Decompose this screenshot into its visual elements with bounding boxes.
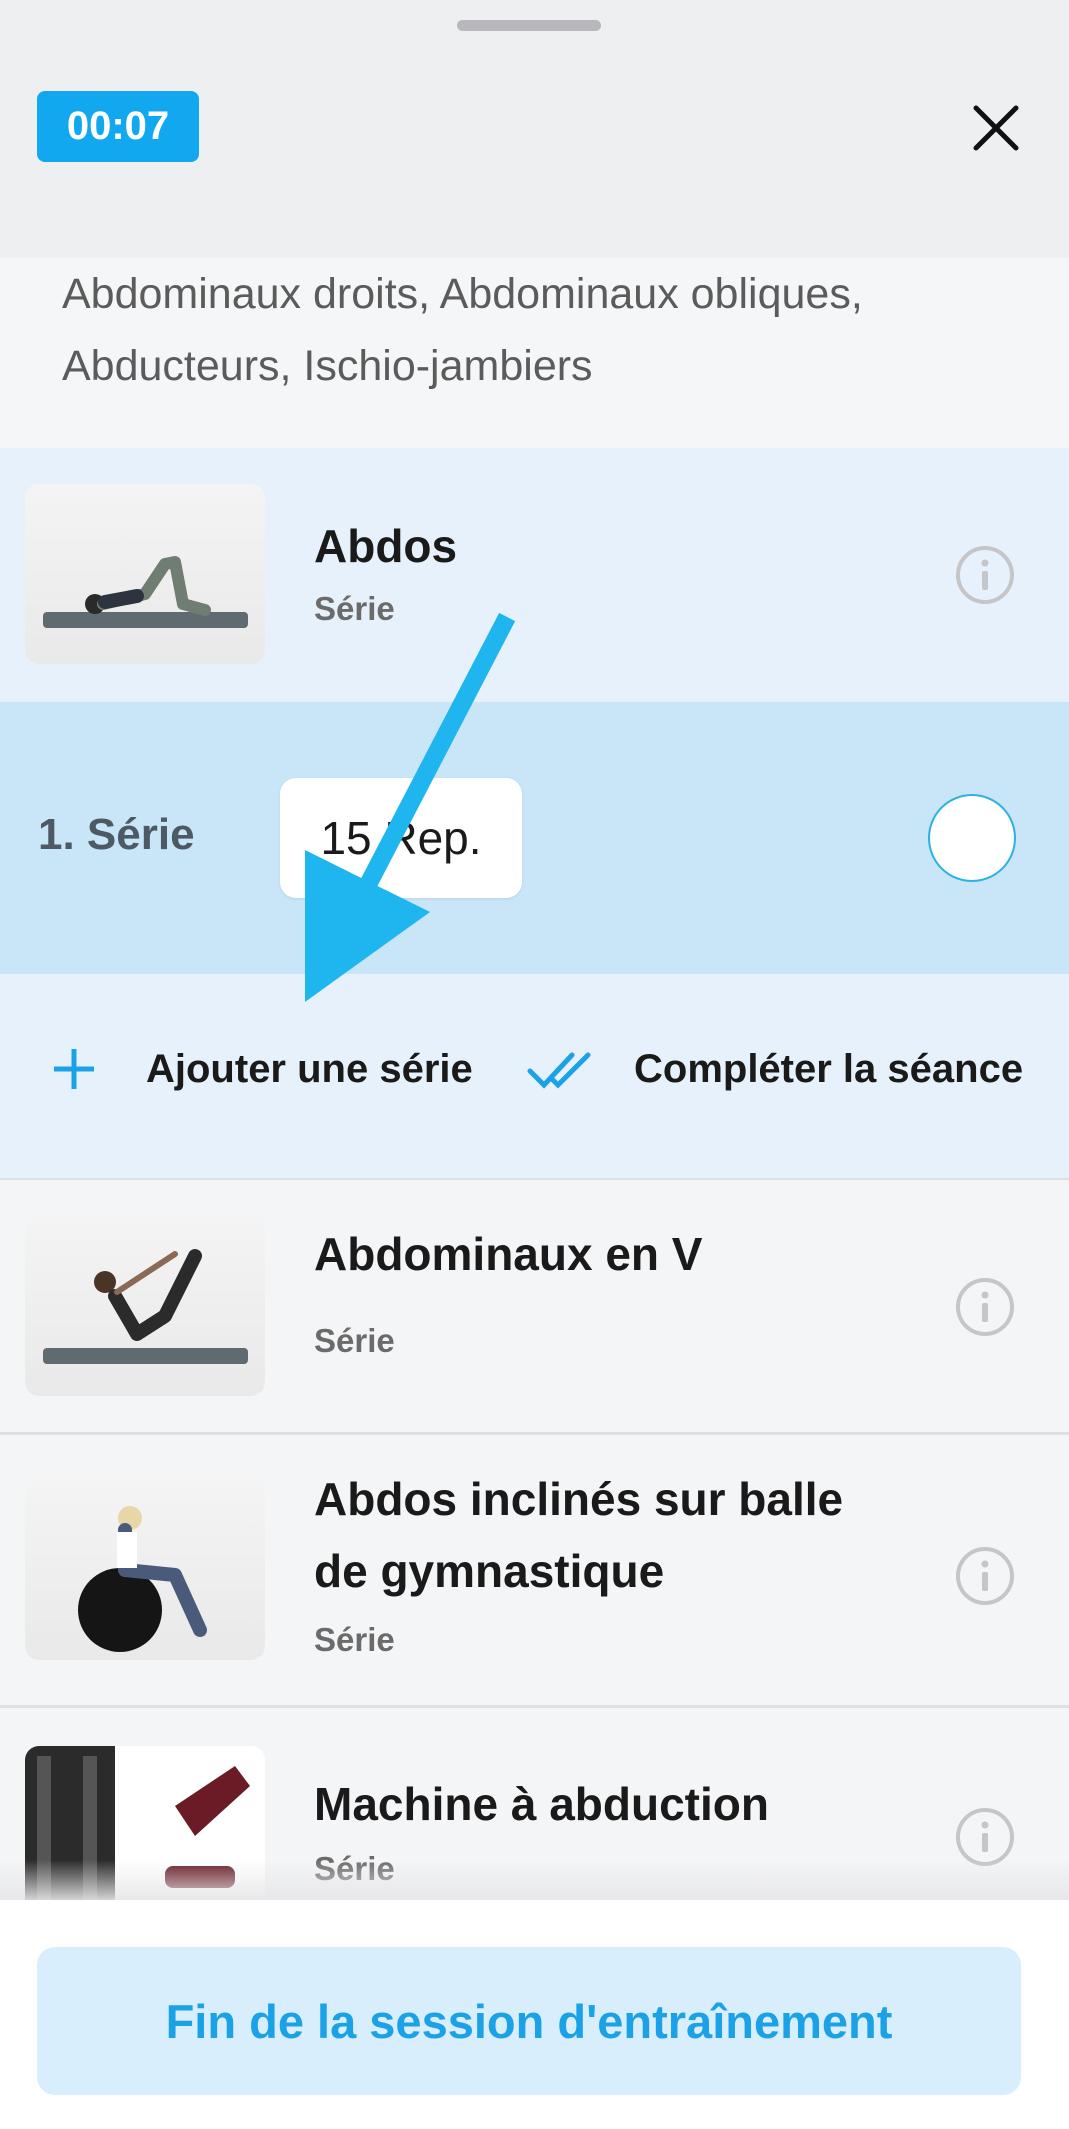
exercise-thumbnail [25, 1480, 265, 1660]
set-actions: Ajouter une série Compléter la séance [0, 974, 1069, 1181]
complete-session-label: Compléter la séance [634, 1046, 1024, 1091]
reps-input[interactable]: 15 Rep. [280, 778, 522, 898]
set-complete-checkbox[interactable] [928, 794, 1016, 882]
footer: Fin de la session d'entraînement [0, 1900, 1069, 2129]
exercise-thumbnail [25, 484, 265, 664]
exercise-name: Abdominaux en V [314, 1228, 703, 1280]
info-icon[interactable] [954, 1276, 1016, 1338]
info-icon[interactable] [954, 1545, 1016, 1607]
add-set-button[interactable]: Ajouter une série [50, 1034, 473, 1104]
plus-icon [54, 1049, 94, 1089]
exercise-row-v-abs[interactable]: Abdominaux en V Série [0, 1180, 1069, 1435]
info-icon[interactable] [954, 544, 1016, 606]
add-set-label: Ajouter une série [146, 1046, 473, 1091]
list-fade [0, 1860, 1069, 1900]
close-icon[interactable] [966, 98, 1026, 158]
info-icon[interactable] [954, 1806, 1016, 1868]
workout-sheet: 00:07 Abdominaux droits, Abdominaux obli… [0, 0, 1069, 2129]
end-session-button[interactable]: Fin de la session d'entraînement [37, 1947, 1021, 2095]
exercise-row-ball-crunch[interactable]: Abdos inclinés sur balle de gymnastique … [0, 1435, 1069, 1708]
double-check-icon [527, 1052, 591, 1089]
exercise-subtitle: Série [314, 1322, 395, 1359]
target-muscles: Abdominaux droits, Abdominaux obliques, … [0, 258, 1069, 448]
set-label: 1. Série [38, 810, 195, 859]
exercise-thumbnail [25, 1216, 265, 1396]
exercise-name: Abdos [314, 520, 458, 572]
exercise-name: Machine à abduction [314, 1778, 769, 1830]
drag-handle[interactable] [457, 20, 601, 31]
exercise-subtitle: Série [314, 1621, 395, 1658]
set-row: 1. Série 15 Rep. [0, 702, 1069, 974]
exercise-row-abdos[interactable]: Abdos Série [0, 448, 1069, 702]
session-timer: 00:07 [37, 91, 199, 162]
exercise-subtitle: Série [314, 590, 395, 627]
top-bar: 00:07 [0, 0, 1069, 258]
complete-session-button[interactable]: Compléter la séance [526, 1034, 1023, 1104]
exercise-name: Abdos inclinés sur balle de gymnastique [314, 1473, 844, 1597]
target-muscles-text: Abdominaux droits, Abdominaux obliques, … [62, 270, 863, 390]
